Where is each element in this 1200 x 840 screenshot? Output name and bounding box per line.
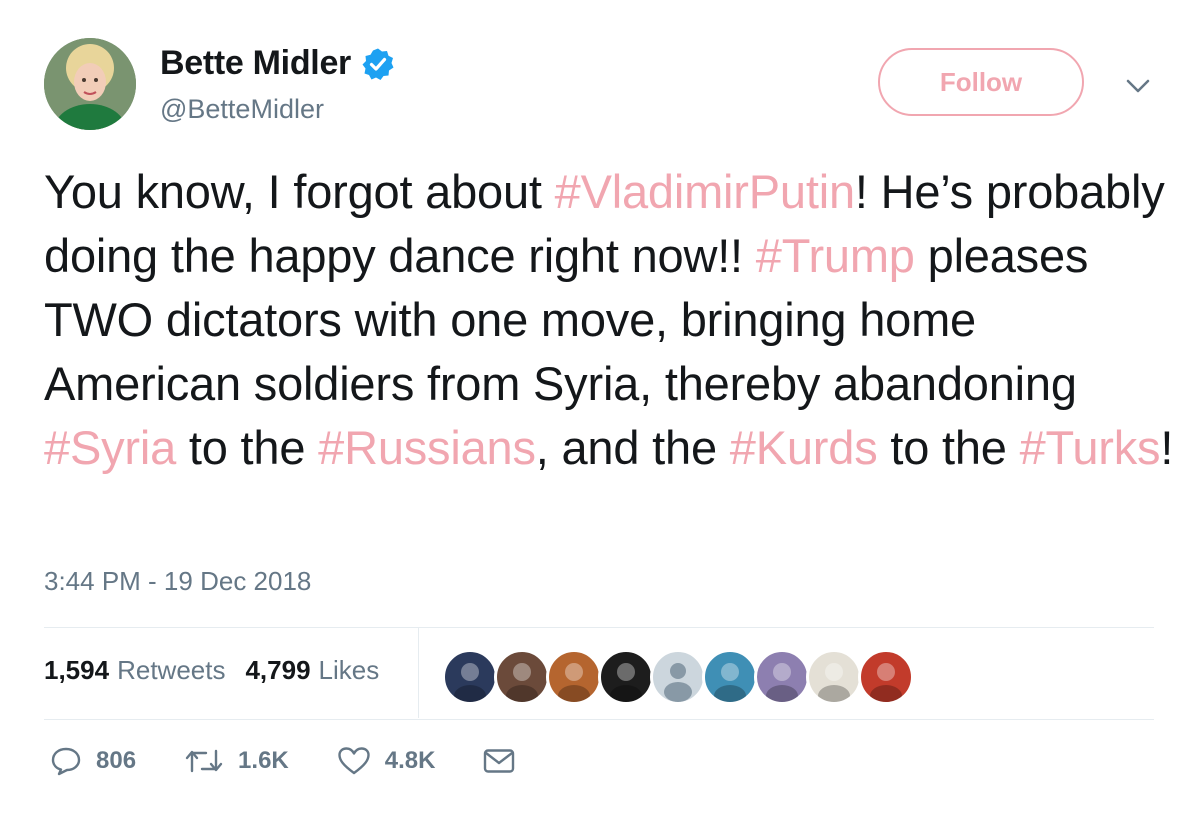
divider [44, 627, 1154, 628]
likes-label: Likes [318, 655, 380, 685]
tweet-actions: 806 1.6K 4.8K [50, 746, 563, 776]
default-avatar[interactable] [650, 649, 706, 705]
person-avatar[interactable] [546, 649, 602, 705]
liker-avatars [442, 649, 914, 705]
envelope-icon [483, 748, 515, 774]
heart-icon [337, 746, 371, 776]
retweet-count: 1.6K [238, 747, 289, 774]
tweet-text-segment: to the [176, 421, 319, 474]
retweet-button[interactable]: 1.6K [184, 747, 289, 775]
man-avatar[interactable] [858, 649, 914, 705]
dog-avatar[interactable] [598, 649, 654, 705]
tweet-stats: 1,594 Retweets 4,799 Likes [44, 655, 399, 686]
like-count: 4.8K [384, 747, 436, 774]
direct-message-button[interactable] [483, 748, 515, 774]
like-button[interactable]: 4.8K [337, 746, 436, 776]
owl-avatar[interactable] [754, 649, 810, 705]
divider [44, 719, 1154, 720]
reply-button[interactable]: 806 [50, 746, 136, 776]
tweet-text-segment: to the [877, 421, 1020, 474]
likes-count: 4,799 [245, 655, 311, 685]
hashtag-link[interactable]: #Syria [44, 421, 176, 474]
reply-count: 806 [96, 747, 137, 774]
tweet-text-segment: , and the [535, 421, 730, 474]
tweet-text-segment: ! [1160, 421, 1174, 474]
divider [418, 628, 419, 718]
tweet-timestamp[interactable]: 3:44 PM - 19 Dec 2018 [44, 566, 311, 597]
hashtag-link[interactable]: #VladimirPutin [555, 165, 855, 218]
likes-stat[interactable]: 4,799 Likes [245, 655, 379, 686]
profile-avatar[interactable] [44, 38, 136, 130]
retweets-label: Retweets [117, 655, 226, 685]
hashtag-link[interactable]: #Russians [318, 421, 536, 474]
beach-avatar[interactable] [702, 649, 758, 705]
follow-button[interactable]: Follow [878, 48, 1084, 116]
hashtag-link[interactable]: #Kurds [730, 421, 878, 474]
tweet-text: You know, I forgot about #VladimirPutin!… [44, 160, 1174, 480]
retweets-count: 1,594 [44, 655, 110, 685]
kid-avatar[interactable] [806, 649, 862, 705]
verified-badge-icon [361, 47, 395, 81]
display-name[interactable]: Bette Midler [160, 44, 351, 83]
hashtag-link[interactable]: #Trump [756, 229, 915, 282]
tweet-text-segment: You know, I forgot about [44, 165, 555, 218]
user-name-row: Bette Midler [160, 44, 395, 83]
retweet-icon [184, 747, 224, 775]
reply-icon [50, 746, 82, 776]
user-handle[interactable]: @BetteMidler [160, 94, 324, 125]
hashtag-link[interactable]: #Turks [1020, 421, 1161, 474]
chevron-down-icon[interactable] [1124, 76, 1152, 96]
aurora-avatar[interactable] [442, 649, 498, 705]
retweets-stat[interactable]: 1,594 Retweets [44, 655, 225, 686]
woman-avatar[interactable] [494, 649, 550, 705]
